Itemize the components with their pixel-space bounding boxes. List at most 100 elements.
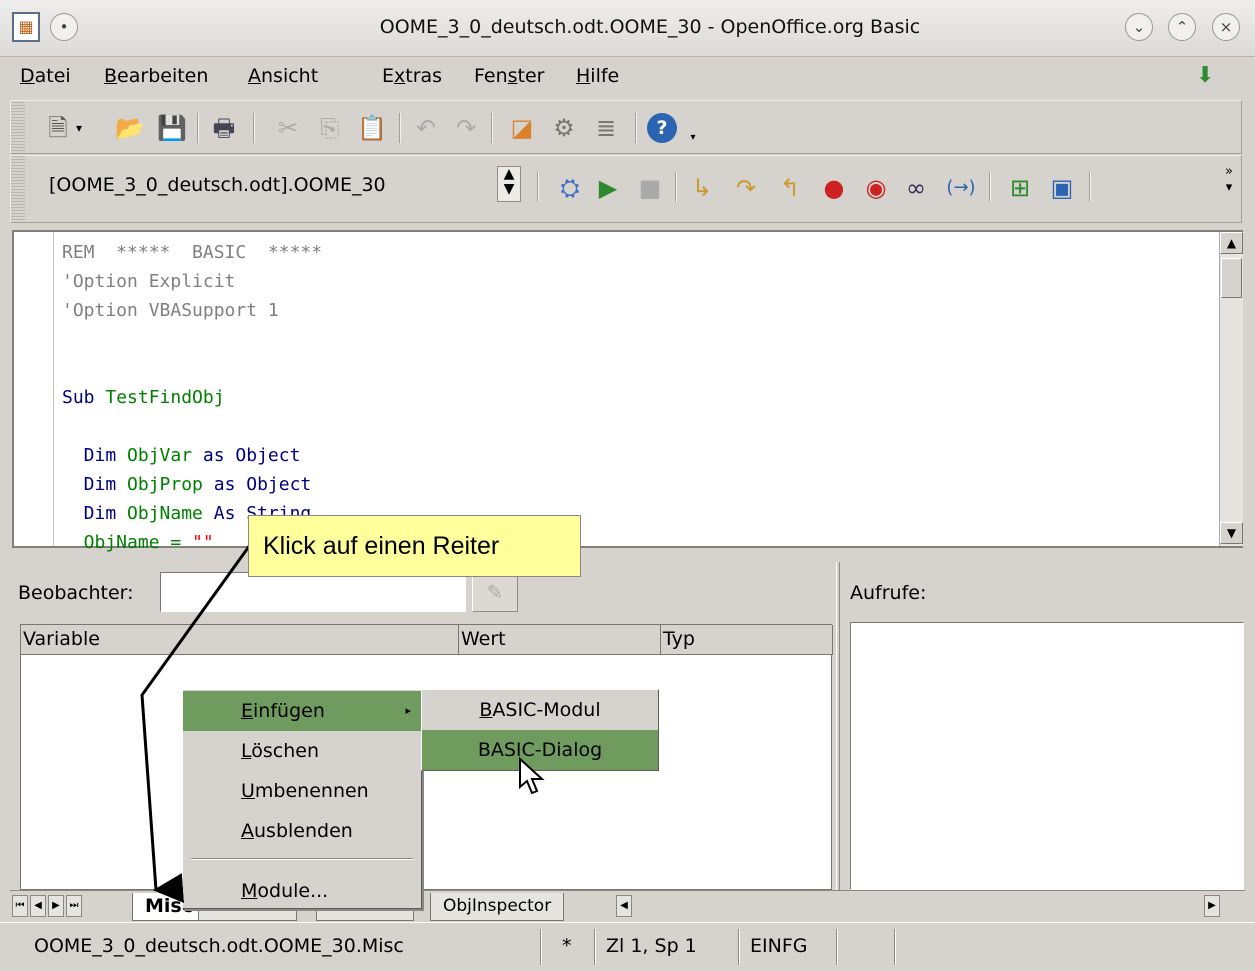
app-icon[interactable]: ▦ [12,12,40,42]
tab-scroll-left-icon[interactable]: ◀ [616,895,632,917]
code-line[interactable] [62,412,322,441]
step-over-icon[interactable]: ↷ [731,173,761,203]
editor-scrollbar[interactable]: ▲ ▼ [1219,232,1243,546]
menu-separator [191,858,413,860]
code-line[interactable]: 'Option VBASupport 1 [62,296,322,325]
calls-label: Aufrufe: [850,582,927,604]
code-line[interactable]: REM ***** BASIC ***** [62,238,322,267]
menu-item-extras[interactable]: Extras [382,65,442,87]
context-menu-item-ausblenden[interactable]: Ausblenden [183,811,421,851]
separator [738,929,740,965]
separator [1089,172,1091,202]
standard-toolbar: 🗎 ▾ 📂 💾 🖶 ✂ ⎘ 📋 ↶ ↷ ◪ ⚙ ≣ ? ▾ [10,100,1242,154]
separator [540,929,542,965]
paste-icon[interactable]: 📋 [357,113,387,143]
code-line[interactable]: 'Option Explicit [62,267,322,296]
code-line[interactable]: Dim ObjVar as Object [62,441,322,470]
print-icon[interactable]: 🖶 [209,113,239,143]
toolbar-grip[interactable] [11,101,25,153]
status-modified: * [562,935,572,957]
scroll-down-icon[interactable]: ▼ [1220,522,1243,544]
window-menu-button[interactable]: • [50,13,78,41]
help-icon[interactable]: ? [647,113,677,143]
calls-pane: Aufrufe: [840,562,1245,890]
remove-watch-icon[interactable]: ✎ [472,572,518,612]
code-line[interactable] [62,354,322,383]
undo-icon[interactable]: ↶ [411,113,441,143]
compile-icon[interactable]: ⛭ [555,173,585,203]
minimize-icon[interactable]: ⌄ [1125,13,1153,41]
separator [537,172,539,202]
macro-toolbar: [OOME_3_0_deutsch.odt].OOME_30 ▲ ▼ ⛭ ▶ ■ … [10,155,1242,223]
code-text[interactable]: REM ***** BASIC ***** 'Option Explicit 'Op… [62,238,322,557]
toolbar-grip[interactable] [11,156,25,222]
separator [253,113,255,143]
line-gutter[interactable] [14,232,54,546]
dropdown-arrow-icon[interactable]: ▾ [71,113,87,143]
tab-scroll-right-icon[interactable]: ▶ [1204,895,1220,917]
column-header-typ[interactable]: Typ [661,625,833,655]
context-menu-item-module[interactable]: Module... [183,871,421,911]
menu-item-ansicht[interactable]: Ansicht [248,65,318,87]
separator [399,113,401,143]
menu-item-bearbeiten[interactable]: Bearbeiten [104,65,208,87]
toolbar-overflow-icon[interactable]: » ▾ [1219,164,1239,195]
settings-gear-icon[interactable]: ⚙ [549,113,579,143]
context-menu-item-einfügen[interactable]: Einfügen ▸ [183,691,421,731]
watch-input[interactable] [160,572,466,612]
copy-icon[interactable]: ⎘ [315,113,345,143]
status-document: OOME_3_0_deutsch.odt.OOME_30.Misc [34,935,404,957]
tab-context-menu: Einfügen ▸ Löschen Umbenennen Ausblenden Modu… [182,689,422,909]
menu-item-hilfe[interactable]: Hilfe [576,65,619,87]
column-header-variable[interactable]: Variable [21,625,459,655]
open-folder-icon[interactable]: 📂 [115,113,145,143]
separator [197,113,199,143]
code-line[interactable] [62,325,322,354]
update-download-icon[interactable]: ⬇ [1196,63,1214,88]
separator [491,113,493,143]
context-menu-item-löschen[interactable]: Löschen [183,731,421,771]
tab-objinspector[interactable]: ObjInspector [430,893,565,921]
manage-breakpoints-icon[interactable]: ◉ [861,173,891,203]
select-macro-icon[interactable]: ◪ [507,113,537,143]
save-icon[interactable]: 💾 [157,113,187,143]
cut-icon[interactable]: ✂ [273,113,303,143]
column-header-wert[interactable]: Wert [459,625,661,655]
status-position: Zl 1, Sp 1 [606,935,697,957]
calls-list[interactable] [850,622,1244,890]
new-document-icon[interactable]: 🗎 [43,113,73,143]
close-icon[interactable]: × [1212,13,1240,41]
scroll-up-icon[interactable]: ▲ [1220,232,1243,254]
breakpoint-icon[interactable]: ● [819,173,849,203]
step-into-icon[interactable]: ↳ [687,173,717,203]
library-spinner[interactable]: ▲ ▼ [497,166,521,202]
code-line[interactable]: Sub TestFindObj [62,383,322,412]
code-line[interactable]: Dim ObjProp as Object [62,470,322,499]
context-menu-item-umbenennen[interactable]: Umbenennen [183,771,421,811]
scroll-thumb[interactable] [1221,258,1242,298]
library-select[interactable]: [OOME_3_0_deutsch.odt].OOME_30 [43,168,473,202]
menu-item-datei[interactable]: Datei [20,65,71,87]
step-out-icon[interactable]: ↰ [775,173,805,203]
separator [594,929,596,965]
stop-icon[interactable]: ■ [635,173,665,203]
submenu-item-basic-modul[interactable]: BASIC-Modul [422,690,658,730]
watch-glasses-icon[interactable]: ∞ [901,173,931,203]
toolbar-overflow-icon[interactable]: ▾ [687,123,699,153]
redo-icon[interactable]: ↷ [451,113,481,143]
status-mode: EINFG [750,935,808,957]
script-icon[interactable]: ≣ [591,113,621,143]
watch-label: Beobachter: [18,582,134,604]
run-icon[interactable]: ▶ [593,173,623,203]
code-editor[interactable]: REM ***** BASIC ***** 'Option Explicit 'Op… [12,230,1243,553]
menu-bar: Datei Bearbeiten Ansicht Extras Fenster Hilfe… [0,57,1255,97]
first-tab-icon[interactable]: ⏮ [12,895,28,917]
prev-tab-icon[interactable]: ◀ [30,895,46,917]
last-tab-icon[interactable]: ⏭ [66,895,82,917]
next-tab-icon[interactable]: ▶ [48,895,64,917]
import-basic-icon[interactable]: ⊞ [1005,173,1035,203]
maximize-icon[interactable]: ⌃ [1168,13,1196,41]
object-catalog-icon[interactable]: (→) [941,173,981,203]
export-basic-icon[interactable]: ▣ [1047,173,1077,203]
menu-item-fenster[interactable]: Fenster [474,65,544,87]
